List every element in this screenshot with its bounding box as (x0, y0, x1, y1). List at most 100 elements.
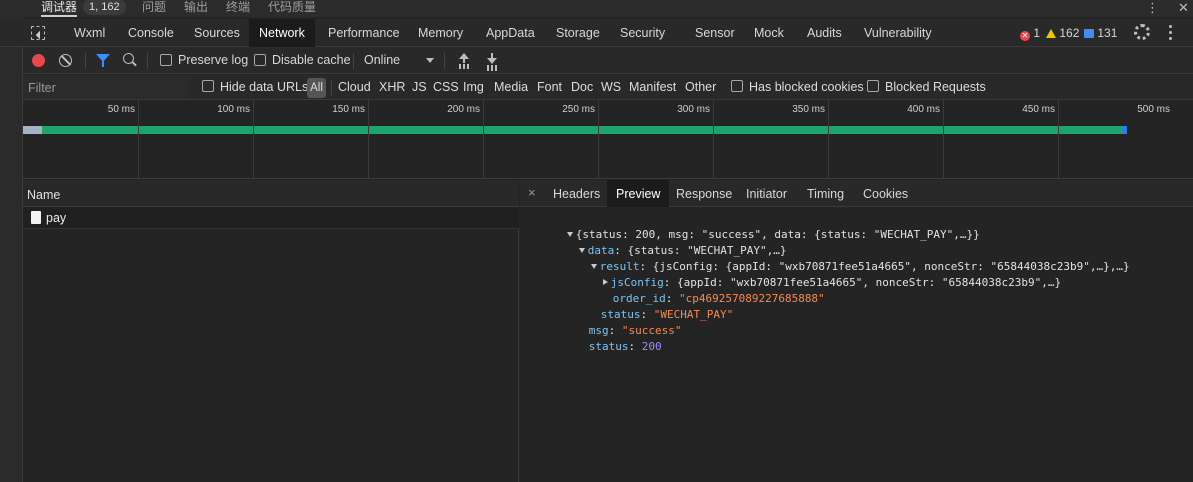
filter-type-xhr[interactable]: XHR (379, 75, 405, 100)
timeline-tick-label: 300 ms (677, 104, 710, 115)
table-row[interactable]: pay (23, 207, 519, 229)
message-counter[interactable]: 131 (1084, 19, 1117, 47)
timeline-tick-label: 250 ms (562, 104, 595, 115)
json-status-node[interactable]: status: 200 (549, 323, 662, 353)
export-har-icon[interactable] (486, 53, 498, 67)
tab-timing[interactable]: Timing (798, 180, 853, 207)
warning-counter[interactable]: 162 (1046, 19, 1079, 47)
filter-input[interactable] (23, 77, 188, 98)
tab-vulnerability[interactable]: Vulnerability (854, 19, 942, 47)
preserve-log-checkbox[interactable] (160, 54, 172, 66)
json-msg-node[interactable]: msg: "success" (549, 307, 682, 337)
timeline-gridline (368, 100, 369, 179)
has-blocked-cookies-label[interactable]: Has blocked cookies (749, 75, 864, 100)
timeline-gridline (253, 100, 254, 179)
tab-issues[interactable]: 问题 (142, 0, 166, 17)
timeline-gridline (713, 100, 714, 179)
settings-gear-icon[interactable] (1134, 24, 1150, 40)
throttling-select[interactable]: Online (364, 47, 400, 74)
top-panel-tabs: 调试器 1, 162 问题 输出 终端 代码质量 ⋮ ✕ (0, 0, 1193, 17)
warning-count: 162 (1059, 26, 1080, 40)
chevron-down-icon[interactable] (426, 58, 434, 63)
request-end-marker (1122, 126, 1127, 134)
divider (331, 80, 332, 96)
timeline-tick-label: 200 ms (447, 104, 480, 115)
search-icon[interactable] (123, 53, 134, 64)
message-count: 131 (1097, 26, 1118, 40)
json-key: status (588, 340, 629, 353)
tab-sources[interactable]: Sources (184, 19, 250, 47)
tab-preview[interactable]: Preview (607, 180, 670, 207)
filter-type-js[interactable]: JS (412, 75, 427, 100)
inspect-element-icon[interactable] (31, 26, 45, 40)
filter-type-manifest[interactable]: Manifest (629, 75, 676, 100)
timeline-tick-label: 150 ms (332, 104, 365, 115)
json-result-node[interactable]: result: {jsConfig: {appId: "wxb70871fee5… (551, 243, 1130, 273)
has-blocked-cookies-checkbox[interactable] (731, 80, 743, 92)
json-root-node[interactable]: {status: 200, msg: "success", data: {sta… (527, 211, 980, 241)
json-inner-status-node[interactable]: status: "WECHAT_PAY" (561, 291, 733, 321)
disable-cache-checkbox[interactable] (254, 54, 266, 66)
tab-headers[interactable]: Headers (544, 180, 609, 207)
more-menu-icon[interactable]: ⋮ (1146, 0, 1159, 16)
tab-audits[interactable]: Audits (797, 19, 852, 47)
filter-type-cloud[interactable]: Cloud (338, 75, 371, 100)
record-button[interactable] (32, 54, 45, 67)
json-number-value: 200 (641, 340, 662, 353)
clear-button[interactable] (59, 54, 72, 67)
filter-type-doc[interactable]: Doc (571, 75, 593, 100)
tab-security[interactable]: Security (610, 19, 675, 47)
disable-cache-label[interactable]: Disable cache (272, 47, 351, 74)
tab-output[interactable]: 输出 (184, 0, 208, 17)
import-har-icon[interactable] (458, 53, 470, 67)
filter-type-font[interactable]: Font (537, 75, 562, 100)
blocked-requests-checkbox[interactable] (867, 80, 879, 92)
tab-network[interactable]: Network (249, 19, 315, 47)
error-counter[interactable]: ✕ 1 (1020, 19, 1040, 47)
tab-response[interactable]: Response (667, 180, 741, 207)
filter-icon[interactable] (96, 54, 110, 67)
left-gutter (0, 17, 23, 482)
devtools-tab-bar: Wxml Console Sources Network Performance… (0, 19, 1193, 47)
tab-memory[interactable]: Memory (408, 19, 473, 47)
filter-type-all[interactable]: All (307, 78, 326, 98)
filter-bar: Hide data URLs All Cloud XHR JS CSS Img … (23, 75, 1193, 100)
tab-debugger[interactable]: 调试器 (41, 0, 78, 17)
json-order-id-node[interactable]: order_id: "cp469257089227685888" (573, 275, 825, 305)
request-detail-pane: × Headers Preview Response Initiator Tim… (520, 180, 1193, 482)
preserve-log-label[interactable]: Preserve log (178, 47, 248, 74)
timeline-tick-label: 500 ms (1137, 104, 1170, 115)
hide-data-urls-label[interactable]: Hide data URLs (220, 75, 308, 100)
timeline-gridline (598, 100, 599, 179)
tab-wxml[interactable]: Wxml (64, 19, 115, 47)
close-icon[interactable]: × (528, 184, 536, 202)
tab-console[interactable]: Console (118, 19, 184, 47)
filter-type-media[interactable]: Media (494, 75, 528, 100)
blocked-requests-label[interactable]: Blocked Requests (885, 75, 986, 100)
filter-type-css[interactable]: CSS (433, 75, 459, 100)
divider (147, 53, 148, 69)
tab-performance[interactable]: Performance (318, 19, 410, 47)
json-jsconfig-node[interactable]: jsConfig: {appId: "wxb70871fee51a4665", … (563, 259, 1061, 289)
tab-code-quality[interactable]: 代码质量 (268, 0, 316, 17)
tab-terminal[interactable]: 终端 (226, 0, 250, 17)
timeline-tick-label: 400 ms (907, 104, 940, 115)
tab-storage[interactable]: Storage (546, 19, 610, 47)
tab-appdata[interactable]: AppData (476, 19, 545, 47)
divider (444, 53, 445, 69)
name-column-header[interactable]: Name (23, 180, 519, 207)
tab-initiator[interactable]: Initiator (737, 180, 796, 207)
close-panel-icon[interactable]: ✕ (1178, 0, 1189, 16)
request-name[interactable]: pay (46, 207, 66, 229)
filter-type-other[interactable]: Other (685, 75, 716, 100)
json-data-node[interactable]: data: {status: "WECHAT_PAY",…} (539, 227, 786, 257)
filter-type-ws[interactable]: WS (601, 75, 621, 100)
hide-data-urls-checkbox[interactable] (202, 80, 214, 92)
tab-sensor[interactable]: Sensor (685, 19, 745, 47)
tab-cookies[interactable]: Cookies (854, 180, 917, 207)
timeline-gridline (483, 100, 484, 179)
devtools-menu-icon[interactable] (1169, 25, 1173, 41)
network-overview-timeline[interactable]: 50 ms 100 ms 150 ms 200 ms 250 ms 300 ms 350 m… (23, 100, 1193, 179)
tab-mock[interactable]: Mock (744, 19, 794, 47)
filter-type-img[interactable]: Img (463, 75, 484, 100)
